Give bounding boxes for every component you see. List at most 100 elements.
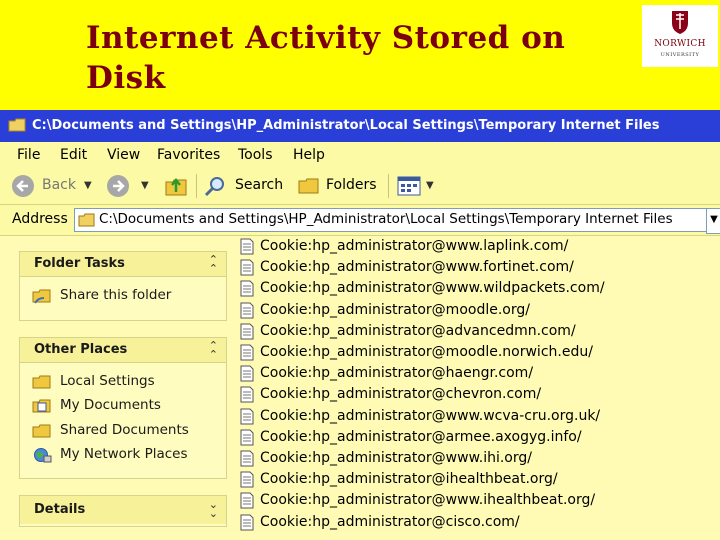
address-bar: Address C:\Documents and Settings\HP_Adm… [0,205,720,236]
university-logo: NORWICH UNIVERSITY [642,5,718,67]
my-documents-icon [32,399,51,413]
address-input[interactable]: C:\Documents and Settings\HP_Administrat… [74,208,708,232]
search-label: Search [235,177,284,193]
slide-title: Internet Activity Stored on Disk [86,20,566,96]
file-name: Cookie:hp_administrator@www.wildpackets.… [260,280,605,297]
menu-help[interactable]: Help [293,147,325,163]
views-dropdown-icon: ▼ [426,180,434,191]
task-label: Share this folder [60,287,172,303]
file-row[interactable]: Cookie:hp_administrator@haengr.com/ [238,363,718,384]
panel-title: Folder Tasks [34,256,125,271]
file-row[interactable]: Cookie:hp_administrator@cisco.com/ [238,512,718,533]
menu-edit[interactable]: Edit [60,147,87,163]
file-name: Cookie:hp_administrator@advancedmn.com/ [260,322,576,339]
folders-icon [298,178,319,194]
cookie-file-icon [240,429,254,446]
share-folder-icon [32,289,51,304]
up-folder-icon [165,177,187,196]
file-name: Cookie:hp_administrator@armee.axogyg.inf… [260,428,582,445]
back-button[interactable]: Back ▼ [12,174,98,198]
crest-icon [672,11,688,34]
file-row[interactable]: Cookie:hp_administrator@www.ihi.org/ [238,448,718,469]
other-places-header[interactable]: Other Places ⌃ ⌃ [20,338,226,363]
window-titlebar[interactable]: C:\Documents and Settings\HP_Administrat… [0,110,720,142]
file-name: Cookie:hp_administrator@www.ihealthbeat.… [260,492,596,509]
cookie-file-icon [240,365,254,382]
folder-icon [32,375,51,389]
file-name: Cookie:hp_administrator@chevron.com/ [260,386,542,403]
cookie-file-icon [240,323,254,340]
menu-favorites[interactable]: Favorites [157,147,220,163]
search-icon [204,177,224,197]
collapse-chevron-icon[interactable]: ⌃ ⌃ [209,340,218,360]
menu-file[interactable]: File [17,147,40,163]
details-header[interactable]: Details ⌄ ⌄ [20,496,226,524]
network-globe-icon [34,448,52,463]
back-arrow-icon [12,175,34,197]
cookie-file-icon [240,386,254,403]
menu-tools[interactable]: Tools [238,147,273,163]
views-button[interactable]: ▼ [397,174,439,198]
file-name: Cookie:hp_administrator@haengr.com/ [260,365,534,382]
search-button[interactable]: Search [204,174,288,198]
logo-name: NORWICH [654,39,706,49]
cookie-file-icon [240,259,254,276]
file-row[interactable]: Cookie:hp_administrator@www.wildpackets.… [238,278,718,299]
details-panel: Details ⌄ ⌄ [19,495,227,527]
folder-tasks-header[interactable]: Folder Tasks ⌃ ⌃ [20,252,226,277]
forward-button[interactable]: ▼ [107,174,153,198]
file-name: Cookie:hp_administrator@moodle.org/ [260,301,530,318]
cookie-file-icon [240,344,254,361]
file-row[interactable]: Cookie:hp_administrator@www.wcva-cru.org… [238,406,718,427]
place-label: My Network Places [60,446,188,462]
address-label: Address [12,211,68,227]
menu-bar: File Edit View Favorites Tools Help [0,142,720,169]
file-row[interactable]: Cookie:hp_administrator@www.laplink.com/ [238,236,718,257]
folder-icon [8,118,26,132]
file-row[interactable]: Cookie:hp_administrator@moodle.org/ [238,300,718,321]
forward-dropdown-icon: ▼ [141,180,149,191]
cookie-file-icon [240,471,254,488]
file-row[interactable]: Cookie:hp_administrator@www.fortinet.com… [238,257,718,278]
cookie-file-icon [240,238,254,255]
file-name: Cookie:hp_administrator@www.fortinet.com… [260,259,574,276]
panel-title: Other Places [34,342,128,357]
menu-view[interactable]: View [107,147,140,163]
collapse-chevron-icon[interactable]: ⌃ ⌃ [209,254,218,274]
place-label: My Documents [60,397,161,413]
expand-chevron-icon[interactable]: ⌄ ⌄ [209,499,218,519]
cookie-file-icon [240,302,254,319]
back-label: Back [42,177,76,193]
file-row[interactable]: Cookie:hp_administrator@advancedmn.com/ [238,321,718,342]
cookie-file-icon [240,280,254,297]
explorer-content: Folder Tasks ⌃ ⌃ Share this folder Other … [0,236,720,540]
folder-icon [78,213,95,227]
file-name: Cookie:hp_administrator@www.ihi.org/ [260,450,532,466]
folder-icon [32,424,51,438]
toolbar-separator [388,174,389,198]
file-row[interactable]: Cookie:hp_administrator@ihealthbeat.org/ [238,469,718,490]
other-places-panel: Other Places ⌃ ⌃ Local Settings My Docume… [19,337,227,479]
toolbar-separator [196,174,197,198]
explorer-window: C:\Documents and Settings\HP_Administrat… [0,110,720,540]
views-icon [397,176,421,196]
file-row[interactable]: Cookie:hp_administrator@moodle.norwich.e… [238,342,718,363]
folders-label: Folders [326,177,377,193]
folders-button[interactable]: Folders [298,174,382,198]
up-folder-button[interactable] [164,174,190,198]
file-name: Cookie:hp_administrator@moodle.norwich.e… [260,344,593,360]
file-row[interactable]: Cookie:hp_administrator@www.ihealthbeat.… [238,490,718,511]
cookie-file-icon [240,450,254,467]
cookie-file-icon [240,514,254,531]
file-name: Cookie:hp_administrator@cisco.com/ [260,513,520,530]
back-dropdown-icon: ▼ [84,180,92,191]
file-name: Cookie:hp_administrator@www.wcva-cru.org… [260,407,601,424]
cookie-file-icon [240,492,254,509]
address-dropdown-button[interactable]: ▼ [706,208,720,234]
file-row[interactable]: Cookie:hp_administrator@armee.axogyg.inf… [238,427,718,448]
place-label: Local Settings [60,373,155,389]
cookie-file-icon [240,408,254,425]
file-name: Cookie:hp_administrator@www.laplink.com/ [260,238,569,254]
window-title: C:\Documents and Settings\HP_Administrat… [32,118,660,133]
file-row[interactable]: Cookie:hp_administrator@chevron.com/ [238,384,718,405]
